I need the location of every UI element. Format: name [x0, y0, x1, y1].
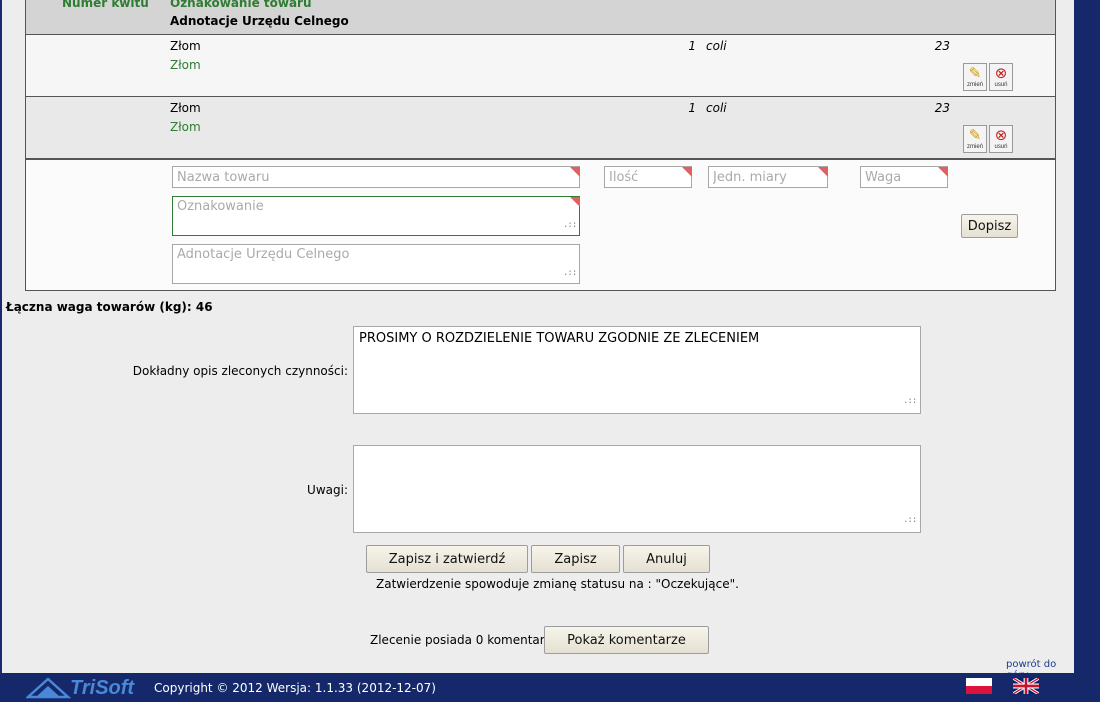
delete-item-button[interactable]: ⊗ usuń: [989, 125, 1013, 153]
col-receipt-number: Numer kwitu: [62, 0, 149, 10]
item-unit: coli: [706, 101, 727, 115]
weight-input[interactable]: [860, 166, 948, 188]
delete-icon: ⊗: [994, 126, 1008, 144]
logo-text: TriSoft: [70, 677, 135, 699]
item-name: Złom: [170, 39, 201, 53]
add-item-button[interactable]: Dopisz: [961, 214, 1018, 238]
table-row: Złom Złom 1 coli 23 ✎ zmień ⊗ usuń: [25, 35, 1056, 97]
item-quantity: 1: [688, 101, 696, 115]
col-customs-annotations: Adnotacje Urzędu Celnego: [170, 14, 349, 28]
edit-label: zmień: [966, 82, 983, 88]
edit-item-button[interactable]: ✎ zmień: [963, 125, 987, 153]
pencil-icon: ✎: [968, 126, 982, 144]
show-comments-button[interactable]: Pokaż komentarze: [544, 626, 709, 654]
item-weight: 23: [934, 101, 950, 115]
customs-annotations-textarea[interactable]: [172, 244, 580, 284]
delete-label: usuń: [994, 82, 1008, 88]
delete-label: usuń: [994, 144, 1008, 150]
item-quantity: 1: [688, 39, 696, 53]
marking-textarea[interactable]: [172, 196, 580, 236]
cancel-button[interactable]: Anuluj: [623, 545, 710, 573]
item-marking: Złom: [170, 58, 201, 72]
edit-item-button[interactable]: ✎ zmień: [963, 63, 987, 91]
footer: TriSoft Copyright © 2012 Wersja: 1.1.33 …: [0, 673, 1100, 702]
new-item-row: .:: .:: Dopisz: [25, 159, 1056, 291]
copyright: Copyright © 2012 Wersja: 1.1.33 (2012-12…: [154, 681, 436, 695]
uk-flag-icon[interactable]: [1013, 678, 1039, 694]
notes-label: Uwagi:: [307, 483, 348, 497]
description-label: Dokładny opis zleconych czynności:: [132, 364, 348, 378]
table-row: Złom Złom 1 coli 23 ✎ zmień ⊗ usuń: [25, 97, 1056, 159]
delete-item-button[interactable]: ⊗ usuń: [989, 63, 1013, 91]
col-goods-marking: Oznakowanie towaru: [170, 0, 312, 10]
pencil-icon: ✎: [968, 64, 982, 82]
item-unit: coli: [706, 39, 727, 53]
unit-input[interactable]: [708, 166, 828, 188]
delete-icon: ⊗: [994, 64, 1008, 82]
item-marking: Złom: [170, 120, 201, 134]
quantity-input[interactable]: [604, 166, 692, 188]
save-button[interactable]: Zapisz: [531, 545, 620, 573]
item-name: Złom: [170, 101, 201, 115]
main-content: Numer kwitu Oznakowanie towaru Adnotacje…: [2, 0, 1074, 681]
save-and-confirm-button[interactable]: Zapisz i zatwierdź: [366, 545, 528, 573]
edit-label: zmień: [966, 144, 983, 150]
goods-table-header: Numer kwitu Oznakowanie towaru Adnotacje…: [25, 0, 1056, 35]
frame-right: [1074, 0, 1100, 673]
goods-name-input[interactable]: [172, 166, 580, 188]
comments-count: Zlecenie posiada 0 komentarzy.: [370, 633, 561, 647]
poland-flag-icon[interactable]: [966, 678, 992, 694]
notes-textarea[interactable]: [353, 445, 921, 533]
status-change-note: Zatwierdzenie spowoduje zmianę statusu n…: [376, 577, 739, 591]
total-weight: Łączna waga towarów (kg): 46: [6, 300, 213, 314]
item-weight: 23: [934, 39, 950, 53]
description-textarea[interactable]: PROSIMY O ROZDZIELENIE TOWARU ZGODNIE ZE…: [353, 326, 921, 414]
trisoft-logo: TriSoft: [26, 677, 136, 699]
